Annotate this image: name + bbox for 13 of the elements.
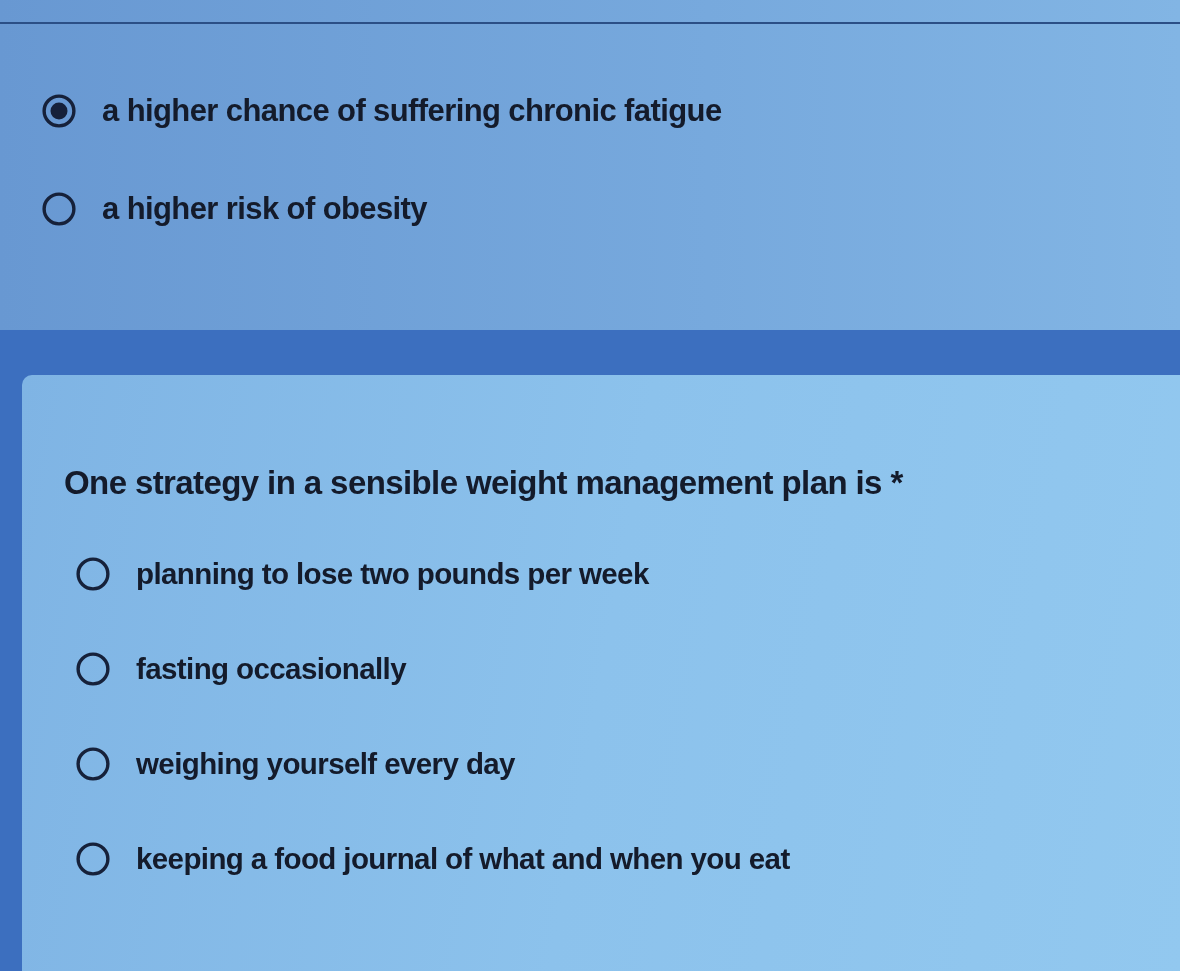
option-label: weighing yourself every day (136, 746, 515, 781)
option-label: planning to lose two pounds per week (136, 556, 649, 591)
radio-button[interactable] (42, 94, 76, 128)
question-title: One strategy in a sensible weight management plan is * (64, 463, 904, 503)
radio-button[interactable] (76, 556, 110, 591)
radio-button[interactable] (42, 192, 76, 226)
option-label: keeping a food journal of what and when you eat (136, 841, 790, 876)
radio-button[interactable] (76, 841, 110, 876)
option-label: fasting occasionally (136, 651, 406, 686)
option-label: a higher chance of suffering chronic fatigue (102, 93, 722, 129)
radio-button[interactable] (76, 651, 110, 686)
option-label: a higher risk of obesity (102, 191, 427, 227)
radio-button[interactable] (76, 746, 110, 781)
